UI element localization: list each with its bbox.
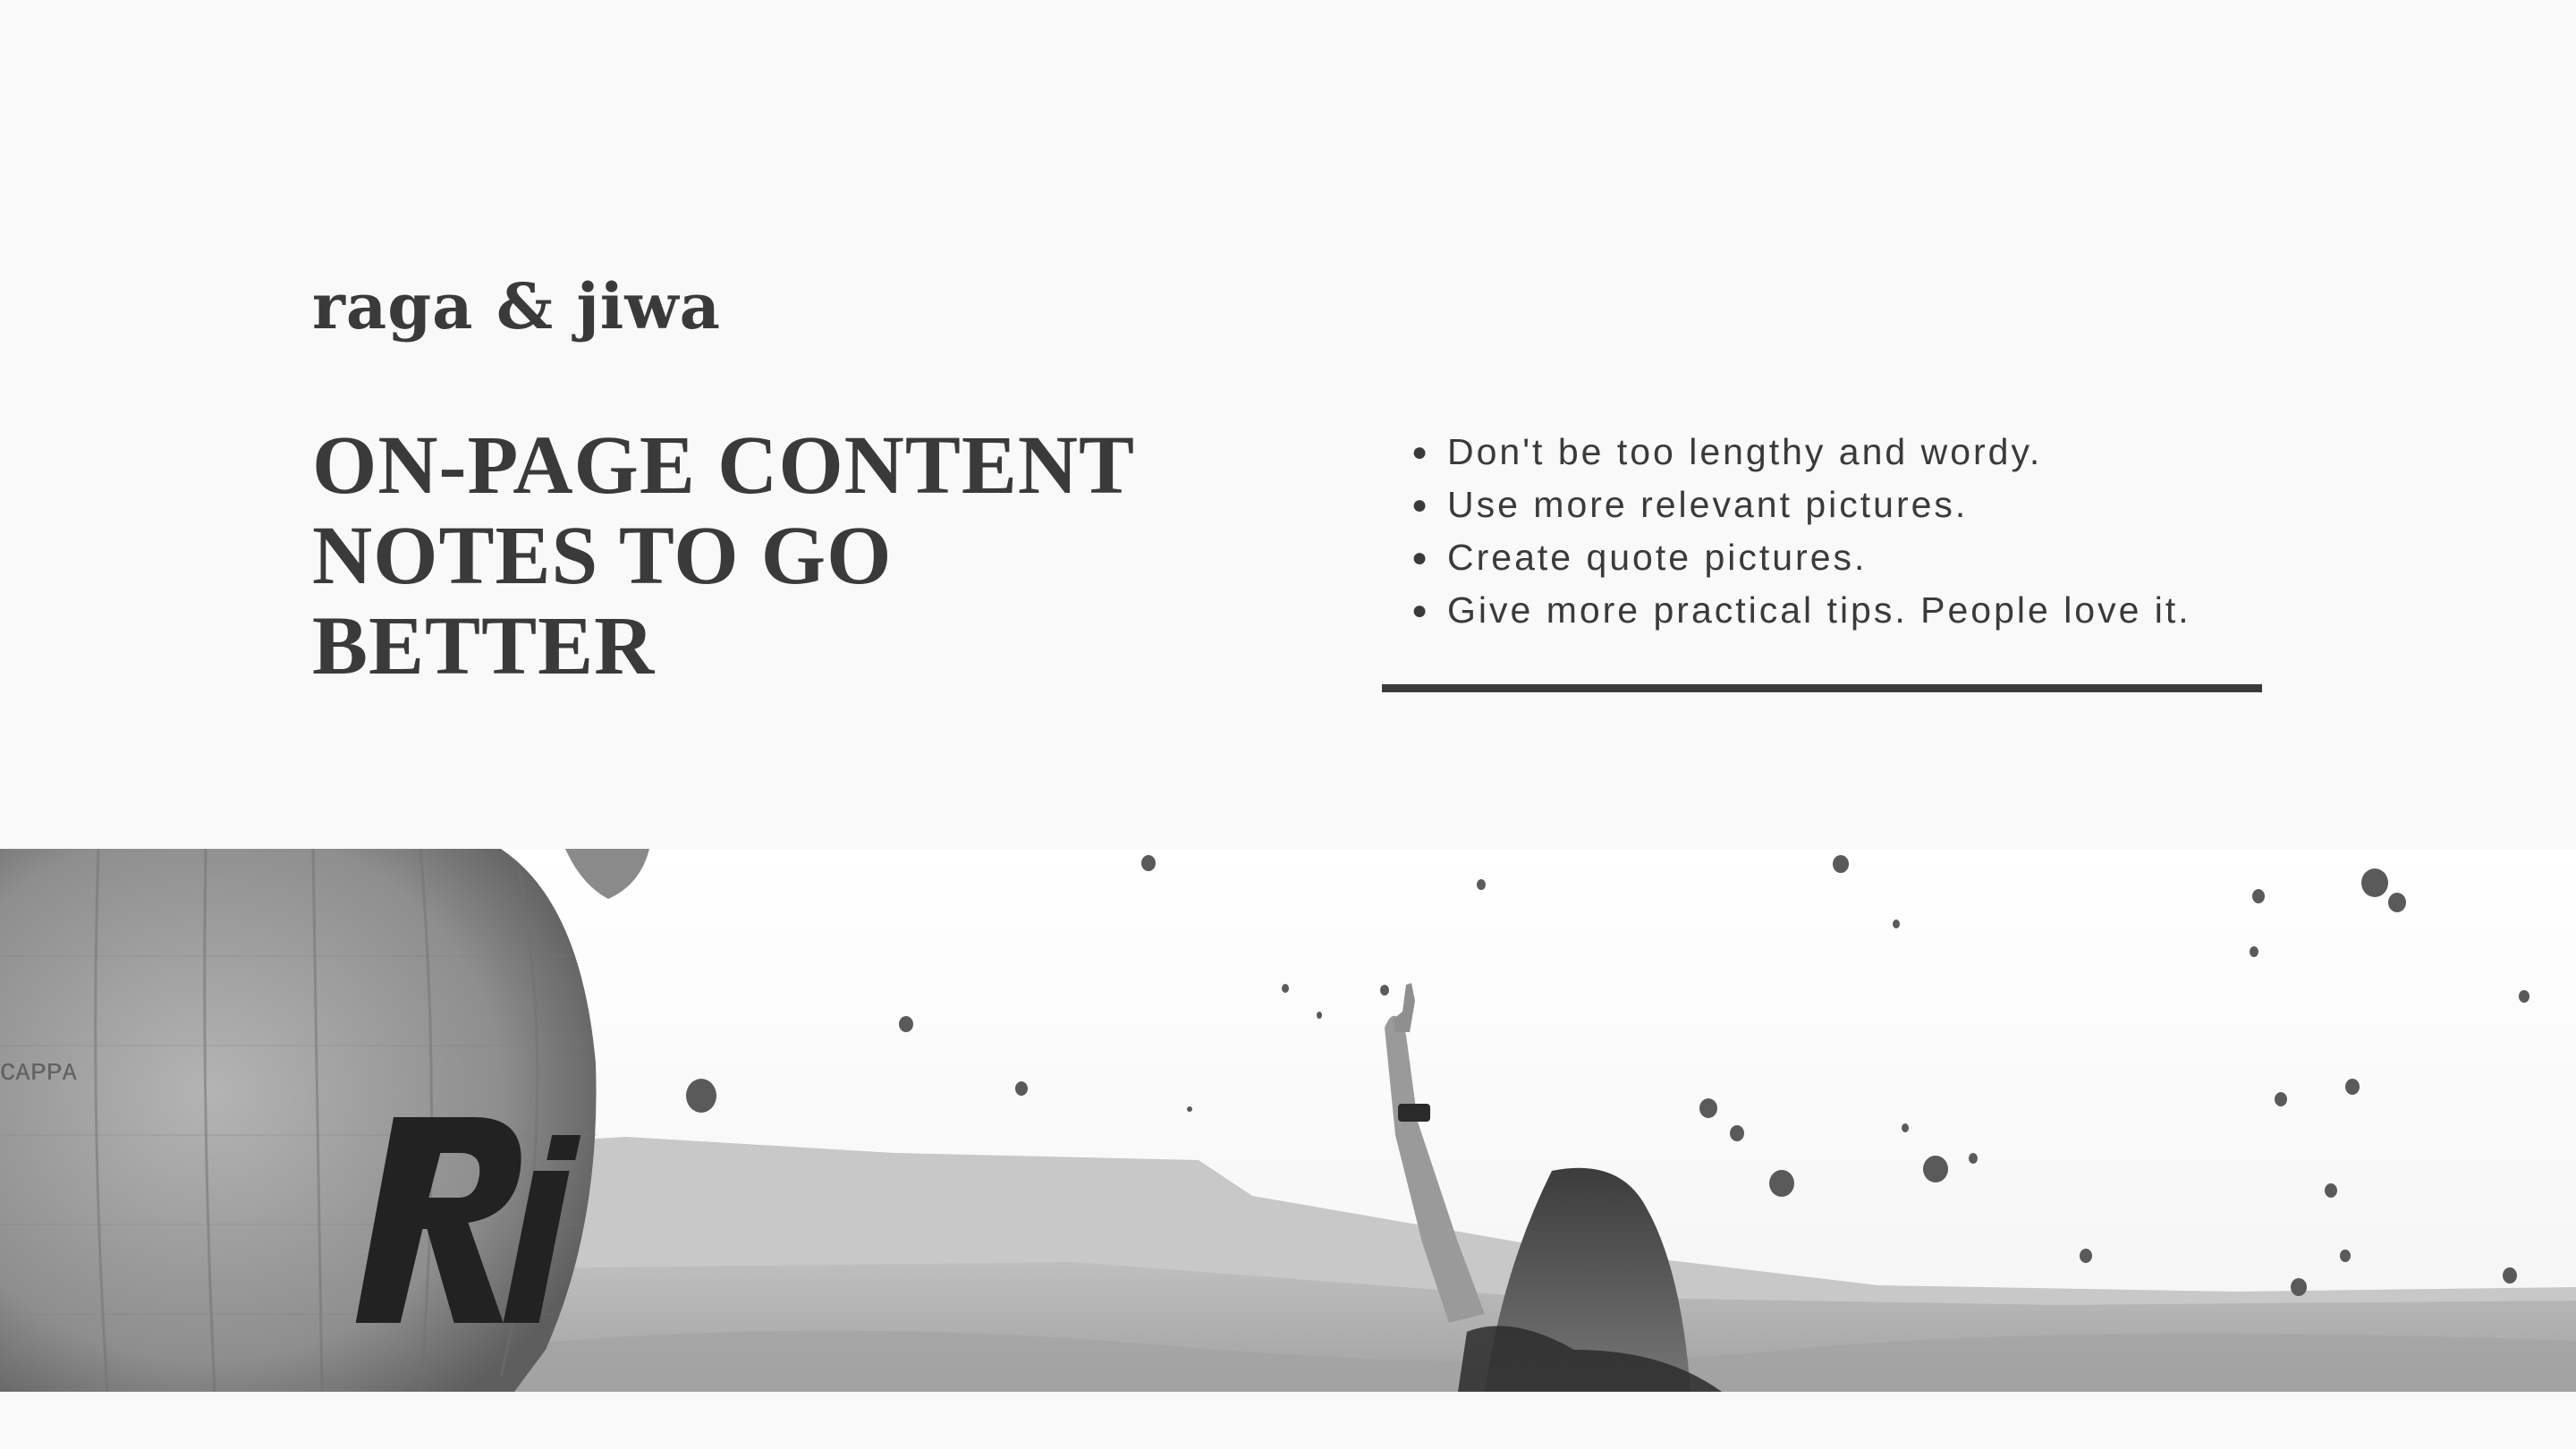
bullet-icon: ●: [1411, 437, 1431, 467]
svg-text:ᴄᴀᴘᴘᴀ: ᴄᴀᴘᴘᴀ: [0, 1053, 77, 1087]
title-line: BETTER: [312, 600, 656, 692]
large-balloon: ᴄᴀᴘᴘᴀ: [0, 849, 597, 1392]
slide: raga & jiwa ON-PAGE CONTENT NOTES TO GO …: [0, 0, 2576, 1449]
list-item-text: Use more relevant pictures.: [1447, 484, 1969, 525]
list-item-text: Create quote pictures.: [1447, 537, 1868, 578]
list-item: ● Don't be too lengthy and wordy.: [1411, 426, 2191, 479]
bullet-icon: ●: [1411, 543, 1431, 572]
page-title: ON-PAGE CONTENT NOTES TO GO BETTER: [312, 420, 1207, 691]
divider-rule: [1382, 684, 2262, 692]
list-item-text: Don't be too lengthy and wordy.: [1447, 431, 2043, 472]
brand-name: raga & jiwa: [312, 269, 722, 343]
title-line: ON-PAGE CONTENT: [312, 419, 1136, 512]
title-line: NOTES TO GO: [312, 510, 893, 602]
bullet-icon: ●: [1411, 596, 1431, 625]
list-item-text: Give more practical tips. People love it…: [1447, 589, 2191, 631]
bottom-band: [0, 1392, 2576, 1449]
hero-photo: ᴄᴀᴘᴘᴀ: [0, 849, 2576, 1392]
list-item: ● Use more relevant pictures.: [1411, 479, 2191, 531]
list-item: ● Give more practical tips. People love i…: [1411, 584, 2191, 637]
bullet-icon: ●: [1411, 490, 1431, 520]
list-item: ● Create quote pictures.: [1411, 531, 2191, 584]
tips-list: ● Don't be too lengthy and wordy. ● Use mo…: [1411, 426, 2191, 637]
